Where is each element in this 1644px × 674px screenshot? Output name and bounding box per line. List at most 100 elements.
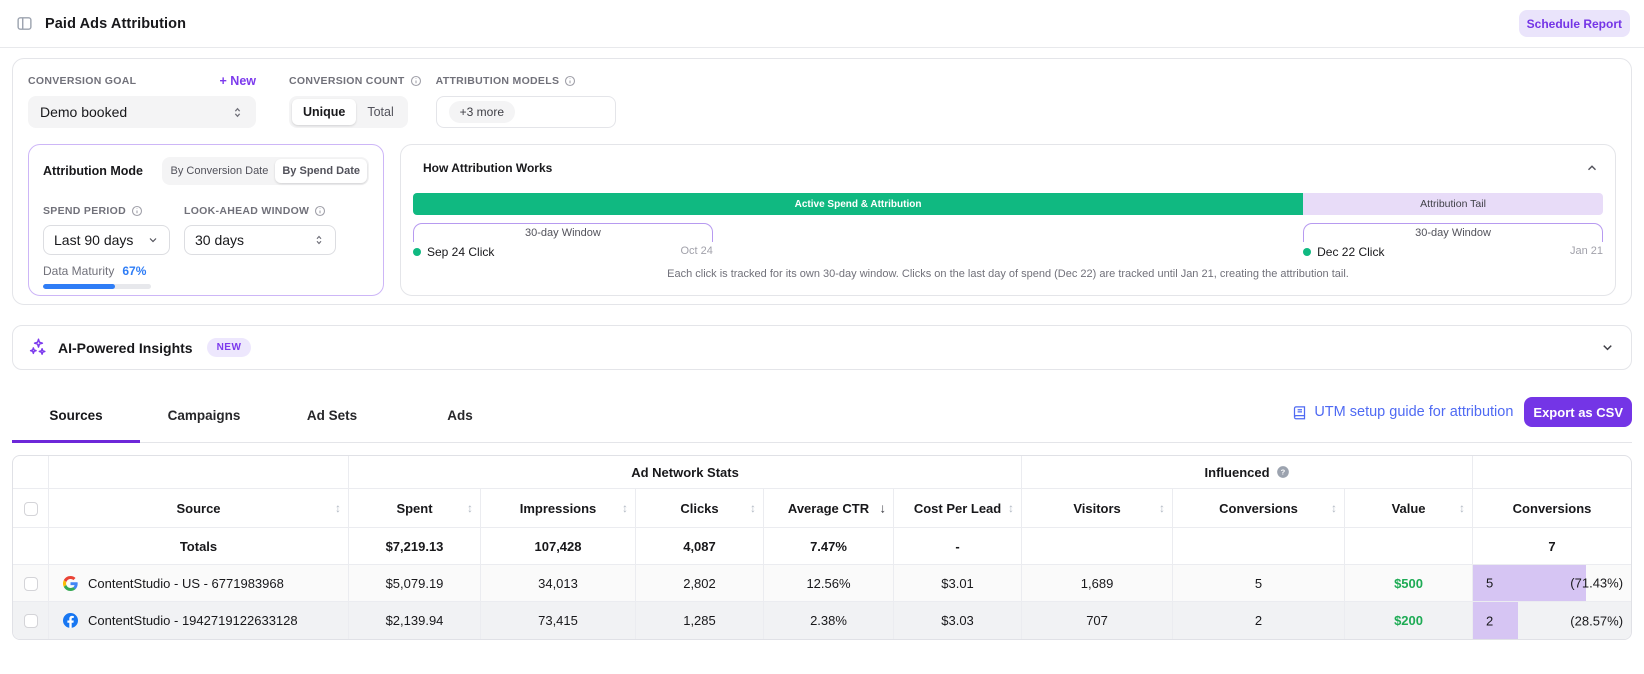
chevron-down-icon xyxy=(149,238,157,243)
click-marker-2: Dec 22 Click xyxy=(1303,245,1384,259)
totals-label: Totals xyxy=(49,528,349,565)
col-average-ctr[interactable]: Average CTR ↓ xyxy=(764,489,894,528)
sort-icon: ↕ xyxy=(1159,501,1166,515)
col-clicks[interactable]: Clicks ↕ xyxy=(636,489,764,528)
col-source[interactable]: Source ↕ xyxy=(49,489,349,528)
info-icon xyxy=(131,205,143,217)
new-badge: NEW xyxy=(206,338,252,357)
data-maturity-bar xyxy=(43,284,151,289)
how-attribution-works-card: How Attribution Works Active Spend & Att… xyxy=(400,144,1616,296)
attribution-mode-title: Attribution Mode xyxy=(43,164,143,178)
stepper-chevrons-icon xyxy=(316,235,322,245)
group-ad-network-stats: Ad Network Stats xyxy=(349,456,1023,489)
source-name: ContentStudio - US - 6771983968 xyxy=(88,575,284,591)
new-goal-link[interactable]: + New xyxy=(220,74,256,88)
conversions-share-cell: 2 (28.57%) xyxy=(1473,602,1631,639)
attribution-settings-panel: CONVERSION GOAL + New Demo booked CONVER… xyxy=(12,58,1632,305)
conversion-goal-select[interactable]: Demo booked xyxy=(28,96,256,128)
conversion-goal-group: CONVERSION GOAL + New Demo booked xyxy=(28,73,256,128)
sort-icon: ↕ xyxy=(1008,501,1015,515)
svg-text:?: ? xyxy=(1280,468,1285,477)
tab-sources[interactable]: Sources xyxy=(12,398,140,443)
green-dot-icon xyxy=(1303,248,1312,256)
window-bracket-1: 30-day Window xyxy=(413,223,713,242)
look-ahead-label: LOOK-AHEAD WINDOW xyxy=(184,203,336,219)
mode-by-spend-date[interactable]: By Spend Date xyxy=(275,159,367,183)
select-all-checkbox[interactable] xyxy=(23,501,38,516)
collapse-chevron-up-icon[interactable] xyxy=(1585,161,1599,175)
conversion-goal-label: CONVERSION GOAL xyxy=(28,75,137,87)
utm-setup-link[interactable]: UTM setup guide for attribution xyxy=(1292,404,1513,420)
col-conversions-share[interactable]: Conversions xyxy=(1473,489,1631,528)
ai-insights-bar[interactable]: AI-Powered Insights NEW xyxy=(12,325,1632,370)
count-option-total[interactable]: Total xyxy=(356,99,404,125)
table-tabs-row: Sources Campaigns Ad Sets Ads UTM setup … xyxy=(12,370,1632,443)
info-icon xyxy=(410,75,421,87)
spend-period-group: SPEND PERIOD Last 90 days xyxy=(43,203,170,255)
window2-end-date: Jan 21 xyxy=(1569,245,1603,257)
sort-icon: ↕ xyxy=(1459,501,1466,515)
attribution-tail-bar: Attribution Tail xyxy=(1303,193,1603,215)
count-option-unique[interactable]: Unique xyxy=(292,99,357,125)
totals-row: Totals $7,219.13 107,428 4,087 7.47% - 7 xyxy=(13,528,1631,565)
google-ads-icon xyxy=(63,575,78,591)
sort-icon: ↕ xyxy=(335,501,341,515)
timeline-caption: Each click is tracked for its own 30-day… xyxy=(667,268,1349,280)
sparkles-icon xyxy=(29,338,46,355)
table-column-header: Source ↕ Spent ↕ Impressions ↕ Clicks ↕ Aver… xyxy=(13,489,1631,528)
attribution-models-label: ATTRIBUTION MODELS xyxy=(436,73,616,89)
info-icon xyxy=(565,75,576,87)
spend-period-select[interactable]: Last 90 days xyxy=(43,225,170,255)
conversion-goal-value: Demo booked xyxy=(40,104,128,120)
row-checkbox[interactable] xyxy=(23,576,38,591)
page-title: Paid Ads Attribution xyxy=(45,15,187,32)
attribution-mode-card: Attribution Mode By Conversion Date By S… xyxy=(28,144,384,296)
col-value[interactable]: Value ↕ xyxy=(1345,489,1474,528)
mode-by-conversion-date[interactable]: By Conversion Date xyxy=(164,159,276,183)
conversions-share-cell: 5 (71.43%) xyxy=(1473,565,1631,602)
active-spend-bar: Active Spend & Attribution xyxy=(413,193,1304,215)
look-ahead-value: 30 days xyxy=(195,232,245,248)
spend-period-label: SPEND PERIOD xyxy=(43,203,170,219)
sort-icon: ↕ xyxy=(1331,501,1338,515)
how-attribution-title: How Attribution Works xyxy=(423,160,553,175)
schedule-report-button[interactable]: Schedule Report xyxy=(1518,10,1630,37)
spend-period-value: Last 90 days xyxy=(54,232,134,248)
sort-icon: ↕ xyxy=(467,501,473,515)
ai-insights-title: AI-Powered Insights xyxy=(58,339,193,356)
data-maturity-value: 67% xyxy=(122,264,147,278)
attribution-mode-toggle: By Conversion Date By Spend Date xyxy=(161,157,369,185)
col-cost-per-lead[interactable]: Cost Per Lead ↕ xyxy=(894,489,1023,528)
group-influenced: Influenced ? xyxy=(1022,456,1474,489)
tab-ads[interactable]: Ads xyxy=(396,398,524,442)
table-row[interactable]: ContentStudio - 1942719122633128 $2,139.… xyxy=(13,602,1631,639)
sort-icon: ↕ xyxy=(750,501,756,515)
expand-chevron-down-icon[interactable] xyxy=(1600,340,1615,355)
row-checkbox[interactable] xyxy=(23,614,38,629)
panel-toggle-icon[interactable] xyxy=(16,15,33,32)
conversion-count-toggle: Unique Total xyxy=(289,96,408,128)
col-spent[interactable]: Spent ↕ xyxy=(349,489,481,528)
models-more-pill: +3 more xyxy=(448,101,515,123)
table-row[interactable]: ContentStudio - US - 6771983968 $5,079.1… xyxy=(13,565,1631,602)
tab-campaigns[interactable]: Campaigns xyxy=(140,398,268,442)
window1-end-date: Oct 24 xyxy=(680,245,713,257)
help-icon[interactable]: ? xyxy=(1276,465,1290,479)
col-conversions[interactable]: Conversions ↕ xyxy=(1173,489,1346,528)
facebook-ads-icon xyxy=(63,613,78,628)
col-impressions[interactable]: Impressions ↕ xyxy=(481,489,636,528)
look-ahead-input[interactable]: 30 days xyxy=(184,225,336,255)
green-dot-icon xyxy=(413,248,421,256)
sort-icon: ↕ xyxy=(622,501,628,515)
click-marker-1: Sep 24 Click xyxy=(413,245,494,259)
conversion-count-label: CONVERSION COUNT xyxy=(289,73,422,89)
sort-desc-icon: ↓ xyxy=(879,500,887,516)
top-bar: Paid Ads Attribution Schedule Report xyxy=(0,0,1644,48)
data-maturity: Data Maturity 67% xyxy=(43,264,369,289)
info-icon xyxy=(315,205,326,217)
attribution-models-group: ATTRIBUTION MODELS +3 more xyxy=(435,73,616,128)
col-visitors[interactable]: Visitors ↕ xyxy=(1022,489,1174,528)
tab-ad-sets[interactable]: Ad Sets xyxy=(268,398,396,442)
export-csv-button[interactable]: Export as CSV xyxy=(1524,397,1632,427)
attribution-models-select[interactable]: +3 more xyxy=(435,96,616,128)
